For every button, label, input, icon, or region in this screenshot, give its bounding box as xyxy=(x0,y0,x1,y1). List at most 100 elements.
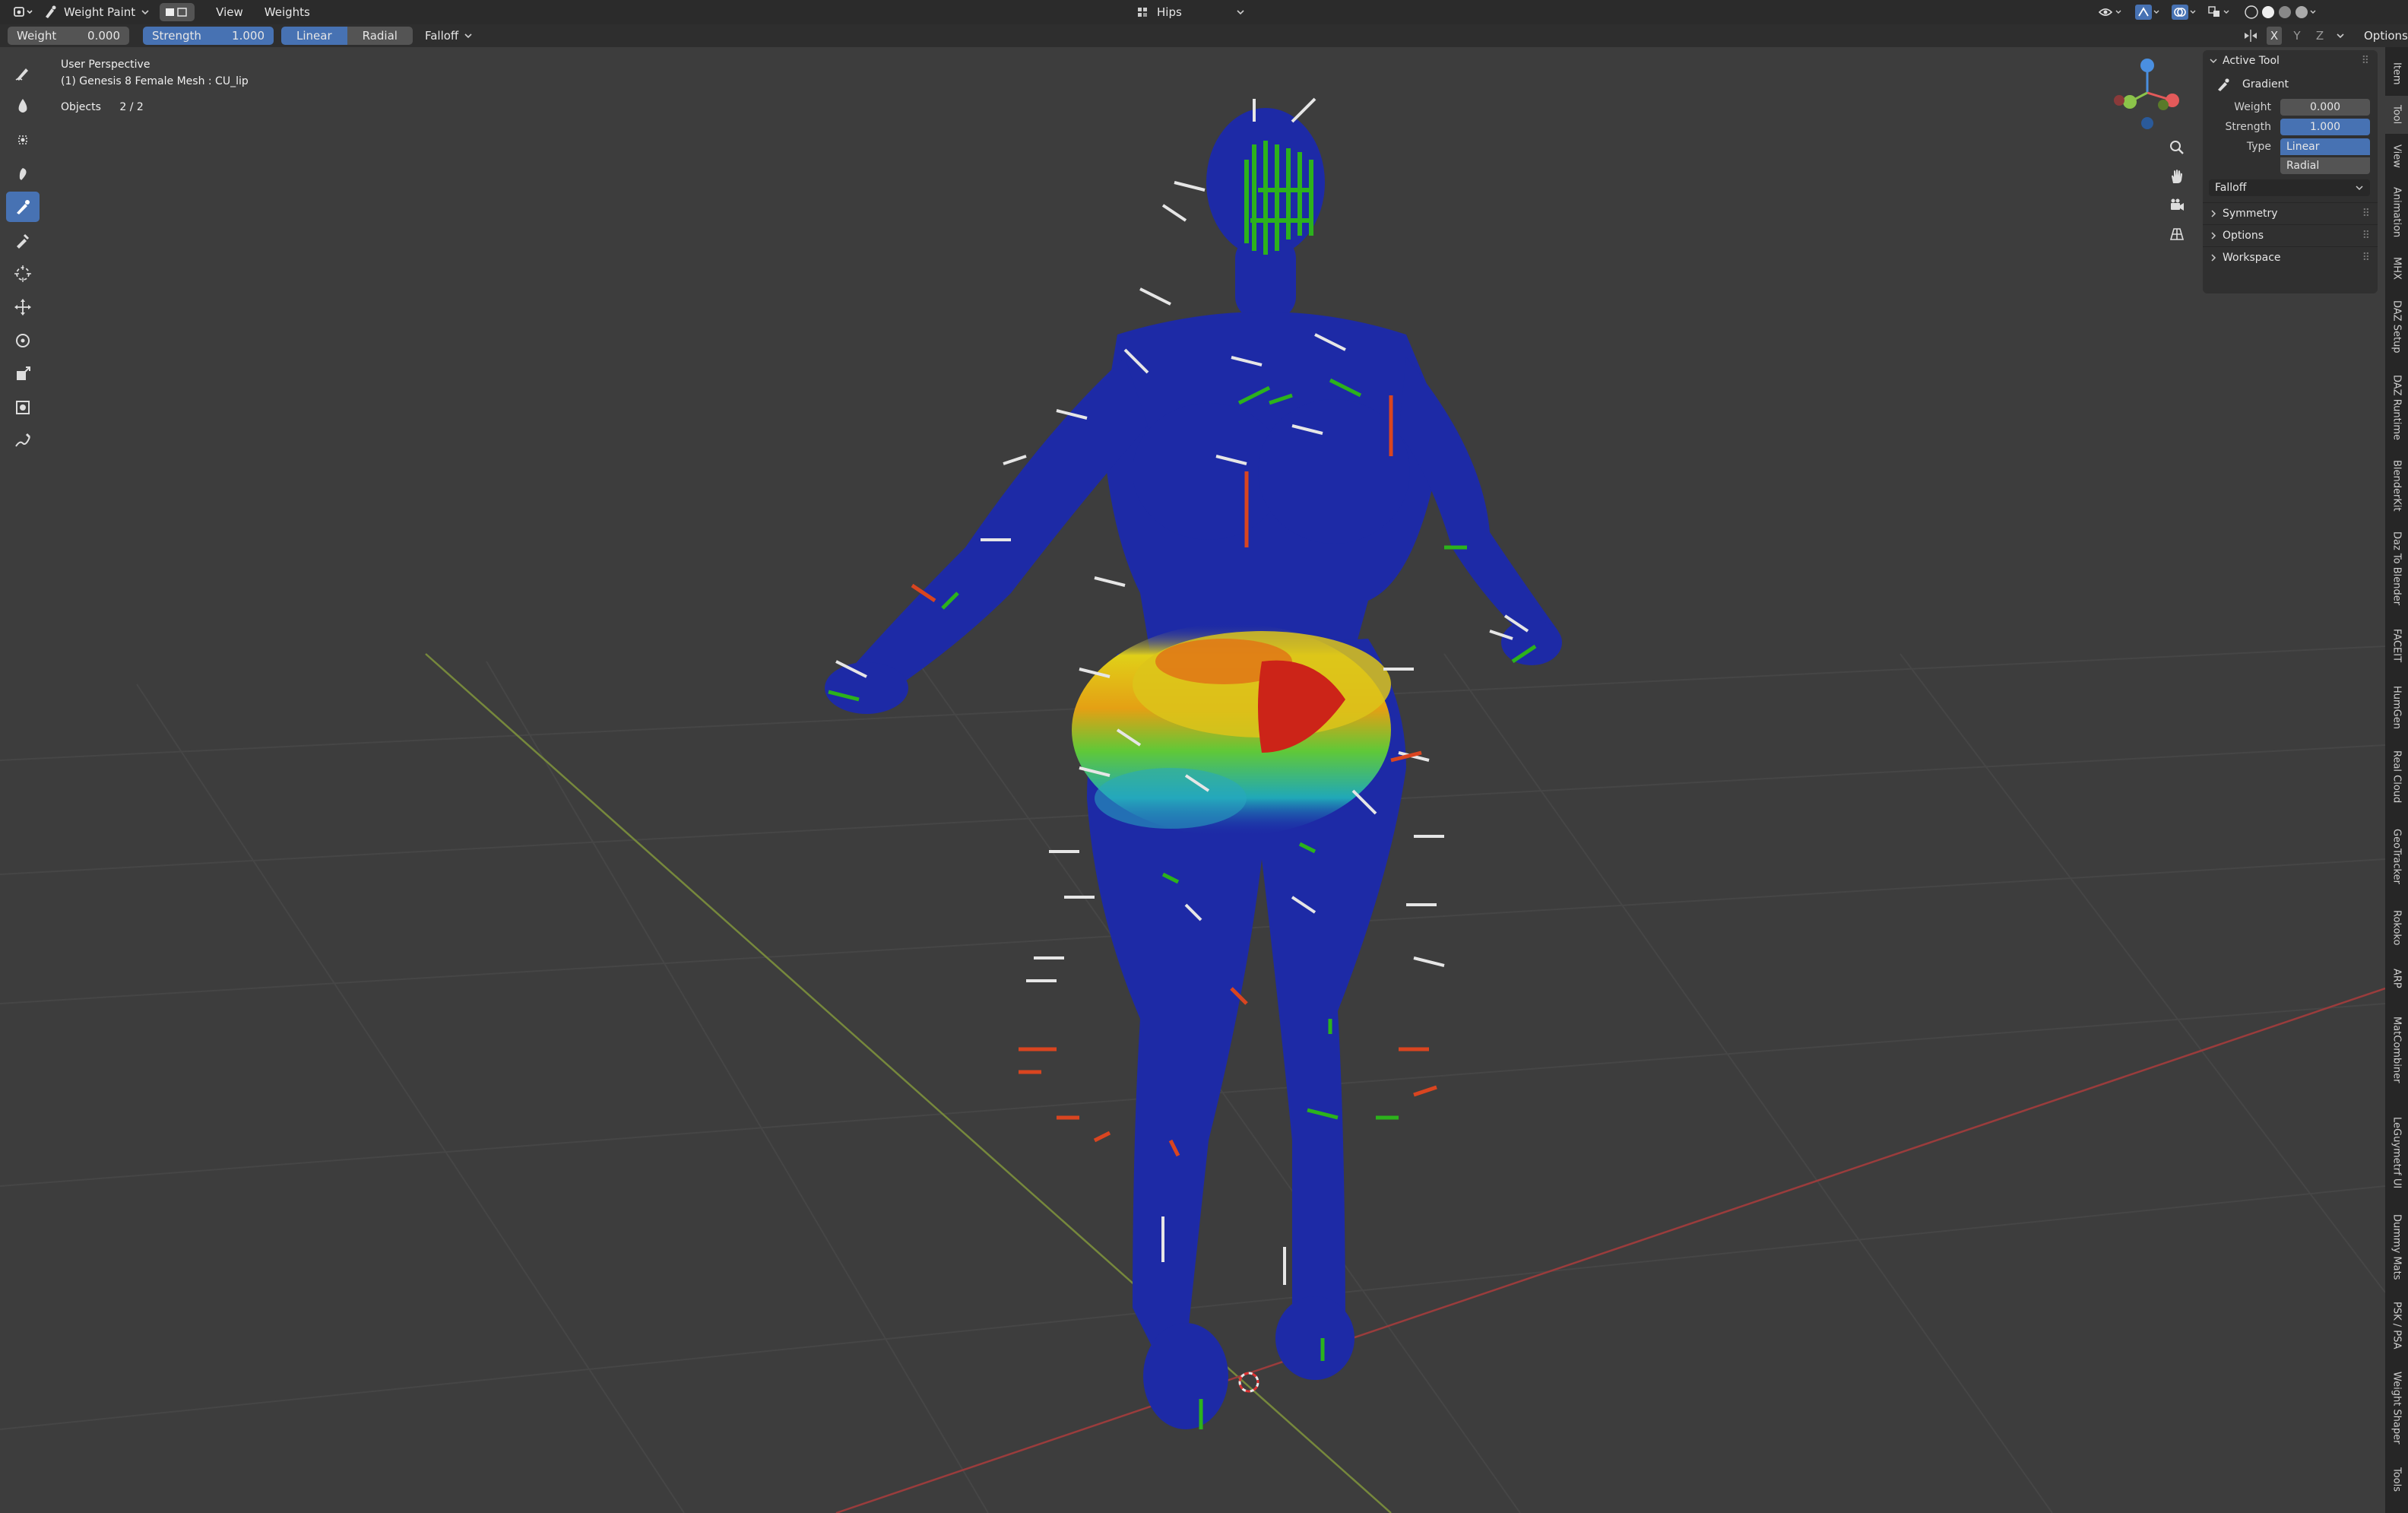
type-radial-row: Radial xyxy=(2203,157,2378,175)
tab-matcombiner[interactable]: MatCombiner xyxy=(2385,1001,2408,1099)
editor-type-icon[interactable] xyxy=(6,3,40,21)
average-tool-icon[interactable] xyxy=(6,125,40,155)
menu-weights[interactable]: Weights xyxy=(254,5,321,19)
tab-mhx[interactable]: MHX xyxy=(2385,249,2408,287)
sample-weight-icon[interactable] xyxy=(6,225,40,255)
tab-arp[interactable]: ARP xyxy=(2385,960,2408,998)
type-label: Type xyxy=(2246,141,2271,153)
options-dropdown[interactable]: Options xyxy=(2364,27,2408,45)
viewport-shading-toggle[interactable] xyxy=(160,3,195,21)
strength-field[interactable]: Strength 1.000 xyxy=(143,27,274,45)
panel-options[interactable]: Options ⠿ xyxy=(2203,224,2378,246)
type-radial-button[interactable]: Radial xyxy=(347,27,413,45)
annotate-icon[interactable] xyxy=(6,426,40,456)
active-tool-panel-header[interactable]: Active Tool ⠿ xyxy=(2203,50,2378,71)
visibility-icon[interactable] xyxy=(2098,5,2124,20)
weight-field[interactable]: 0.000 xyxy=(2280,99,2370,116)
mirror-y-toggle[interactable]: Y xyxy=(2289,27,2305,45)
overlays-icon[interactable] xyxy=(2171,4,2197,21)
tab-real-cloud[interactable]: Real Cloud xyxy=(2385,741,2408,814)
tab-animation[interactable]: Animation xyxy=(2385,178,2408,246)
falloff-label: Falloff xyxy=(424,29,459,43)
tab-tool[interactable]: Tool xyxy=(2385,96,2408,134)
drag-handle-icon[interactable]: ⠿ xyxy=(2362,230,2370,242)
weight-value: 0.000 xyxy=(87,29,120,43)
tab-leguymetrf-ui[interactable]: LeGuymetrf UI xyxy=(2385,1102,2408,1203)
falloff-label: Falloff xyxy=(2215,182,2247,194)
strength-field[interactable]: 1.000 xyxy=(2280,119,2370,135)
3d-viewport[interactable] xyxy=(0,47,2385,1513)
type-linear-button[interactable]: Linear xyxy=(281,27,347,45)
display-toggle-icon xyxy=(166,8,187,17)
tab-dummy-mats[interactable]: Dummy Mats xyxy=(2385,1206,2408,1288)
panel-workspace[interactable]: Workspace ⠿ xyxy=(2203,246,2378,268)
tab-rokoko[interactable]: Rokoko xyxy=(2385,899,2408,956)
zoom-icon[interactable] xyxy=(2165,135,2189,160)
z-axis-handle[interactable] xyxy=(2140,59,2154,72)
panel-symmetry[interactable]: Symmetry ⠿ xyxy=(2203,202,2378,224)
cursor-icon[interactable] xyxy=(6,259,40,289)
active-object-label: (1) Genesis 8 Female Mesh : CU_lip xyxy=(61,75,249,87)
gradient-tool-icon xyxy=(2218,78,2229,91)
tab-weight-shaper[interactable]: Weight Shaper xyxy=(2385,1362,2408,1454)
drag-handle-icon[interactable]: ⠿ xyxy=(2362,55,2370,67)
pan-hand-icon[interactable] xyxy=(2165,164,2189,189)
drag-handle-icon[interactable]: ⠿ xyxy=(2362,252,2370,264)
scene-render xyxy=(0,97,2385,1513)
type-radial-option[interactable]: Radial xyxy=(2280,157,2370,174)
y-axis-handle[interactable] xyxy=(2123,95,2137,109)
gizmo-toggle-icon[interactable] xyxy=(2134,4,2160,21)
chevron-down-icon xyxy=(2210,59,2217,64)
shading-mode-icons[interactable] xyxy=(2244,4,2320,21)
chevron-right-icon xyxy=(2211,232,2216,239)
mode-selector[interactable]: Weight Paint xyxy=(43,3,150,21)
scale-icon[interactable] xyxy=(6,359,40,389)
active-tool-row[interactable]: Gradient xyxy=(2203,71,2378,97)
weight-field[interactable]: Weight 0.000 xyxy=(8,27,129,45)
blur-tool-icon[interactable] xyxy=(6,91,40,122)
tab-psk-psa[interactable]: PSK / PSA xyxy=(2385,1291,2408,1359)
tab-daz-runtime[interactable]: DAZ Runtime xyxy=(2385,366,2408,449)
smear-tool-icon[interactable] xyxy=(6,158,40,189)
perspective-grid-icon[interactable] xyxy=(2165,222,2189,246)
type-row: Type Linear xyxy=(2203,137,2378,157)
falloff-row: Falloff xyxy=(2203,178,2378,198)
mirror-z-toggle[interactable]: Z xyxy=(2312,27,2327,45)
tab-humgen[interactable]: HumGen xyxy=(2385,677,2408,737)
falloff-dropdown[interactable]: Falloff xyxy=(2209,179,2370,196)
tab-item[interactable]: Item xyxy=(2385,55,2408,93)
gradient-tool-icon[interactable] xyxy=(6,192,40,222)
chevron-right-icon xyxy=(2211,210,2216,217)
navigation-gizmo[interactable] xyxy=(2113,55,2181,131)
symmetry-icon[interactable] xyxy=(2242,28,2259,43)
menu-view[interactable]: View xyxy=(205,5,254,19)
weight-label: Weight xyxy=(2234,101,2271,113)
rotate-icon[interactable] xyxy=(6,325,40,356)
bone-selector[interactable]: Hips xyxy=(1136,3,1250,21)
tab-daz-setup[interactable]: DAZ Setup xyxy=(2385,290,2408,363)
camera-view-icon[interactable] xyxy=(2165,193,2189,217)
draw-tool-icon[interactable] xyxy=(6,58,40,88)
tab-faceit[interactable]: FACEIT xyxy=(2385,617,2408,674)
tab-blenderkit[interactable]: BlenderKit xyxy=(2385,452,2408,520)
objects-stats: Objects 2 / 2 xyxy=(61,99,249,116)
options-label: Options xyxy=(2364,29,2408,43)
drag-handle-icon[interactable]: ⠿ xyxy=(2362,208,2370,220)
tool-settings-header: Weight 0.000 Strength 1.000 Linear Radia… xyxy=(0,24,2408,47)
tab-view[interactable]: View xyxy=(2385,137,2408,175)
chevron-down-icon xyxy=(464,33,472,39)
mode-label: Weight Paint xyxy=(64,5,136,19)
tab-daz-to-blender[interactable]: Daz To Blender xyxy=(2385,523,2408,614)
tab-geotracker[interactable]: GeoTracker xyxy=(2385,817,2408,896)
transform-icon[interactable] xyxy=(6,392,40,423)
move-icon[interactable] xyxy=(6,292,40,322)
mirror-x-toggle[interactable]: X xyxy=(2267,27,2282,45)
active-tool-name: Gradient xyxy=(2242,78,2289,90)
xray-icon[interactable] xyxy=(2207,4,2233,21)
objects-label: Objects xyxy=(61,101,101,113)
falloff-dropdown[interactable]: Falloff xyxy=(425,27,474,45)
tab-tools[interactable]: Tools xyxy=(2385,1457,2408,1502)
gradient-type-toggle: Linear Radial xyxy=(281,27,413,45)
type-linear-option[interactable]: Linear xyxy=(2280,138,2370,155)
strength-label: Strength xyxy=(152,29,201,43)
